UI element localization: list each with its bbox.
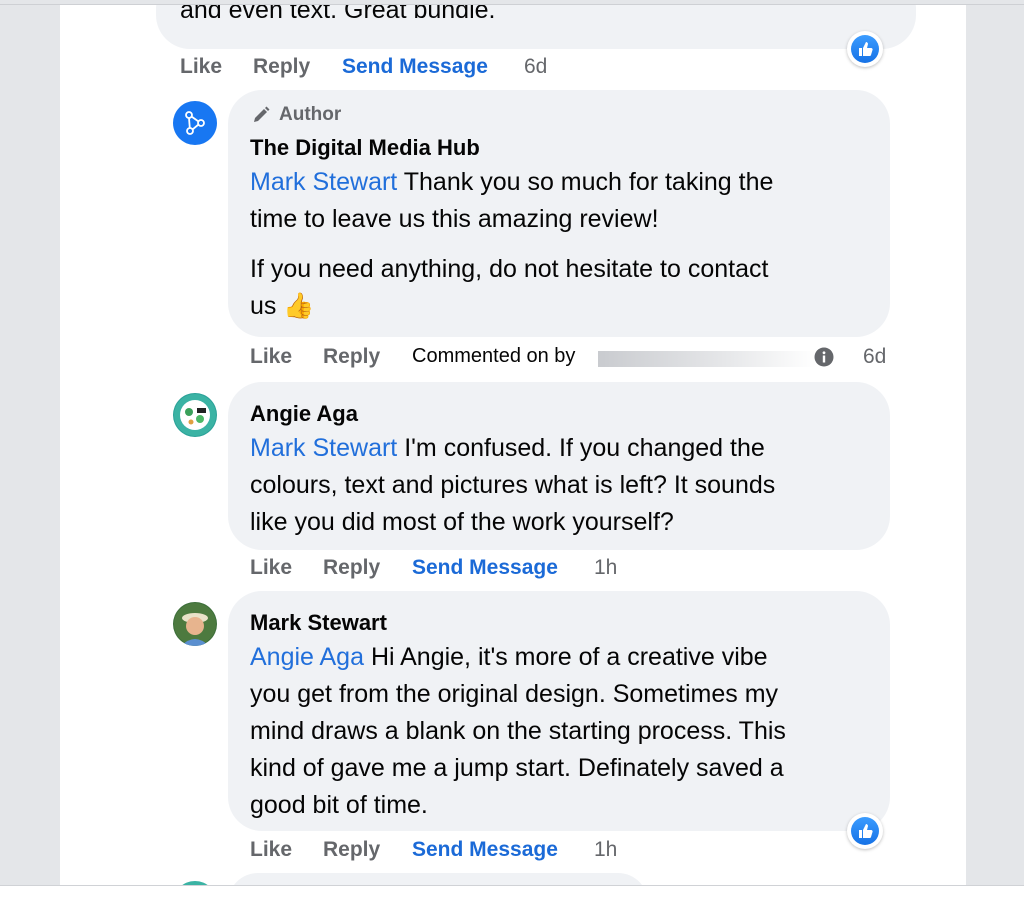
comment-author-name[interactable]: Angie Aga	[250, 401, 358, 427]
like-button[interactable]: Like	[250, 838, 292, 862]
comment-line: If you need anything, do not hesitate to…	[250, 255, 769, 283]
like-button[interactable]: Like	[180, 55, 222, 79]
like-button[interactable]: Like	[250, 345, 292, 369]
comment-line: colours, text and pictures what is left?…	[250, 471, 776, 499]
comment-text: Mark Stewart I'm confused. If you change…	[250, 430, 880, 541]
reaction-like-badge[interactable]	[847, 813, 883, 849]
comment-line: time to leave us this amazing review!	[250, 205, 659, 233]
send-message-button[interactable]: Send Message	[412, 556, 558, 580]
comment-bubble: Angie Aga Mark Stewart I'm confused. If …	[228, 382, 890, 550]
mention-link[interactable]: Mark Stewart	[250, 434, 397, 462]
avatar-image	[174, 603, 216, 646]
mention-link[interactable]: Mark Stewart	[250, 168, 397, 196]
comment-line: Angie Aga Hi Angie, it's more of a creat…	[250, 639, 880, 676]
actions: Like Reply Send Message 1h	[250, 838, 750, 864]
reply-button[interactable]: Reply	[253, 55, 310, 79]
comment-line: Mark Stewart Thank you so much for takin…	[250, 164, 880, 201]
timestamp[interactable]: 1h	[594, 838, 617, 862]
reply-button[interactable]: Reply	[323, 345, 380, 369]
comment-line: you get from the original design. Someti…	[250, 680, 779, 708]
comment-text: Angie Aga Hi Angie, it's more of a creat…	[250, 639, 880, 824]
comment-line: Mark Stewart I'm confused. If you change…	[250, 430, 880, 467]
reaction-like-badge-top[interactable]	[847, 31, 883, 67]
send-message-button[interactable]: Send Message	[412, 838, 558, 862]
commented-on-by-label: Commented on by	[412, 345, 576, 367]
comment-author-name[interactable]: The Digital Media Hub	[250, 135, 480, 161]
comment-bubble: Author The Digital Media Hub Mark Stewar…	[228, 90, 890, 337]
comment-text-segment: Thank you so much for taking the	[397, 168, 774, 196]
avatar[interactable]	[173, 602, 217, 646]
actions: Like Reply Commented on by 6d	[250, 345, 890, 371]
comment-line: mind draws a blank on the starting proce…	[250, 717, 786, 745]
comment-bubble-top: and even text. Great bundle.	[156, 5, 916, 49]
comment-text: Mark Stewart Thank you so much for takin…	[250, 164, 880, 325]
pencil-icon	[254, 106, 270, 122]
send-message-button[interactable]: Send Message	[342, 55, 488, 79]
thumbs-up-emoji: 👍	[283, 292, 315, 320]
comment-text-segment: I'm confused. If you changed the	[397, 434, 765, 462]
avatar[interactable]	[173, 393, 217, 437]
author-badge-label: Author	[279, 104, 342, 125]
comment-line: us 👍	[250, 288, 880, 325]
avatar-image	[174, 394, 216, 436]
comment-text-segment: Hi Angie, it's more of a creative vibe	[364, 643, 768, 671]
reply-button[interactable]: Reply	[323, 556, 380, 580]
reply-button[interactable]: Reply	[323, 838, 380, 862]
timestamp[interactable]: 1h	[594, 556, 617, 580]
mention-link[interactable]: Angie Aga	[250, 643, 364, 671]
avatar[interactable]	[173, 101, 217, 145]
timestamp[interactable]: 6d	[524, 55, 547, 79]
like-button[interactable]: Like	[250, 556, 292, 580]
avatar-network-icon	[174, 102, 216, 144]
comment-line: kind of gave me a jump start. Definately…	[250, 754, 784, 782]
comment-author-name[interactable]: Mark Stewart	[250, 610, 387, 636]
actions-top: Like Reply Send Message 6d	[180, 55, 580, 81]
like-thumb-icon	[851, 35, 879, 63]
comment-bubble: Mark Stewart Angie Aga Hi Angie, it's mo…	[228, 591, 890, 831]
comments-panel: and even text. Great bundle. Like Reply …	[60, 5, 966, 885]
like-thumb-icon	[851, 817, 879, 845]
redacted-name	[598, 351, 816, 367]
comment-text-segment: us	[250, 292, 277, 320]
comment-line: like you did most of the work yourself?	[250, 508, 674, 536]
bottom-strip	[0, 885, 1024, 910]
comment-text-top: and even text. Great bundle.	[180, 5, 496, 24]
comment-bubble-next	[228, 873, 648, 885]
comment-line: good bit of time.	[250, 791, 428, 819]
actions: Like Reply Send Message 1h	[250, 556, 750, 582]
timestamp[interactable]: 6d	[863, 345, 886, 369]
info-icon[interactable]	[814, 347, 834, 367]
